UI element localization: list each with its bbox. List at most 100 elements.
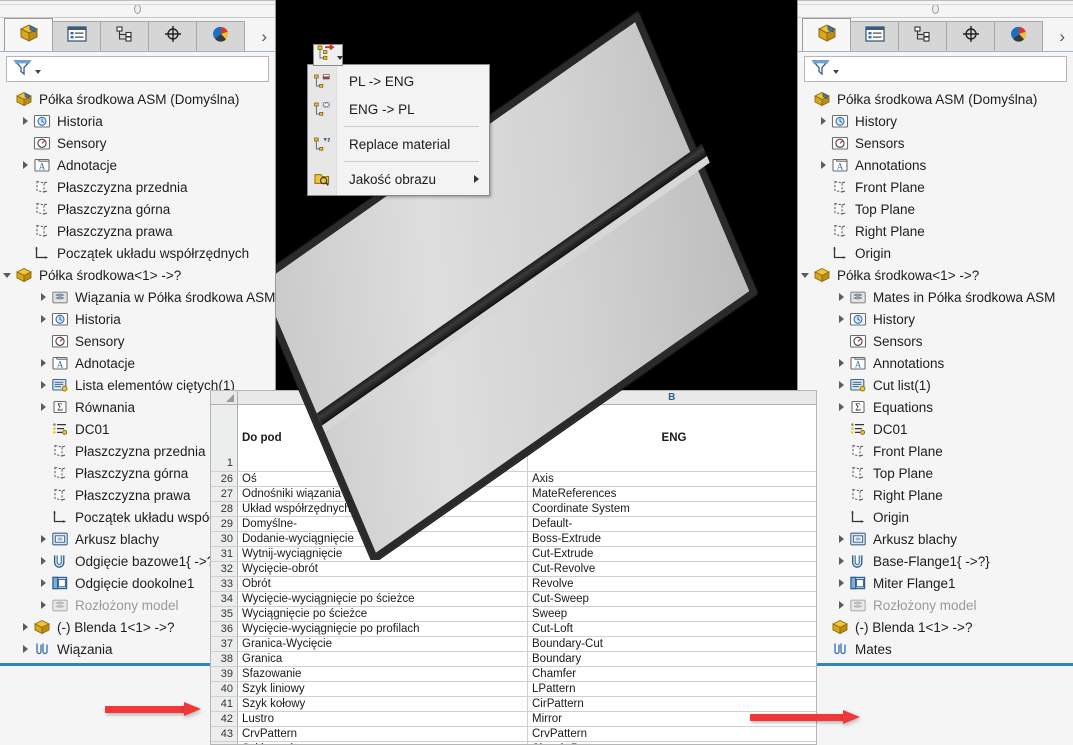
row-number[interactable]: 37 [211, 637, 238, 651]
tab-configuration-manager-left[interactable] [100, 21, 149, 51]
tree-node-right-21[interactable]: Miter Flange1 [798, 572, 1073, 594]
tab-feature-manager-left[interactable] [4, 18, 53, 51]
translation-spreadsheet[interactable]: B 1 Do pod ENG 26 Oś Axis 27 Odnośniki wiąza… [210, 390, 817, 745]
cell-english-term[interactable]: CirPattern [528, 697, 816, 711]
tree-node-right-10[interactable]: Sensors [798, 330, 1073, 352]
translate-toolbar-button[interactable] [313, 43, 343, 66]
tree-node-right-7[interactable]: Półka środkowa<1> ->? [798, 264, 1073, 286]
spreadsheet-row[interactable]: 36 Wycięcie-wyciągnięcie po profilach Cut-… [211, 622, 816, 637]
expander-expand-icon[interactable] [36, 381, 50, 389]
tree-node-right-2[interactable]: A Annotations [798, 154, 1073, 176]
expander-expand-icon[interactable] [834, 381, 848, 389]
spreadsheet-row[interactable]: 30 Dodanie-wyciągnięcie Boss-Extrude [211, 532, 816, 547]
expander-expand-icon[interactable] [834, 315, 848, 323]
cell-english-term[interactable]: Boundary [528, 652, 816, 666]
tree-node-left-1[interactable]: Sensory [0, 132, 275, 154]
tree-node-left-8[interactable]: Wiązania w Półka środkowa ASM [0, 286, 275, 308]
row-number[interactable]: 42 [211, 712, 238, 726]
row-number[interactable]: 29 [211, 517, 238, 531]
spreadsheet-row[interactable]: 35 Wyciągnięcie po ścieżce Sweep [211, 607, 816, 622]
spreadsheet-row[interactable]: 39 Sfazowanie Chamfer [211, 667, 816, 682]
spreadsheet-header-row[interactable]: 1 Do pod ENG [211, 405, 816, 472]
tab-display-manager-right[interactable] [994, 21, 1043, 51]
row-number[interactable]: 30 [211, 532, 238, 546]
cell-english-term[interactable]: LPattern [528, 682, 816, 696]
cell-polish-term[interactable]: Szyk liniowy [238, 682, 528, 696]
spreadsheet-row[interactable]: 32 Wycięcie-obrót Cut-Revolve [211, 562, 816, 577]
expander-expand-icon[interactable] [816, 117, 830, 125]
spreadsheet-row[interactable]: 40 Szyk liniowy LPattern [211, 682, 816, 697]
row-number[interactable]: 41 [211, 697, 238, 711]
tree-node-left-10[interactable]: Sensory [0, 330, 275, 352]
tree-node-left-6[interactable]: Początek układu współrzędnych [0, 242, 275, 264]
tab-property-manager-left[interactable] [52, 21, 101, 51]
cell-english-term[interactable]: Boss-Extrude [528, 532, 816, 546]
expander-expand-icon[interactable] [18, 117, 32, 125]
tree-node-right-11[interactable]: A Annotations [798, 352, 1073, 374]
tree-node-right-19[interactable]: Arkusz blachy [798, 528, 1073, 550]
context-menu-item-3[interactable]: Jakość obrazu [308, 165, 489, 193]
tree-node-right-12[interactable]: Cut list(1) [798, 374, 1073, 396]
spreadsheet-row[interactable]: 26 Oś Axis [211, 472, 816, 487]
tree-node-right-3[interactable]: Front Plane [798, 176, 1073, 198]
tree-root-left[interactable]: Półka środkowa ASM (Domyślna) [0, 88, 275, 110]
spreadsheet-row[interactable]: 38 Granica Boundary [211, 652, 816, 667]
tab-overflow-chevron-icon[interactable]: › [261, 28, 267, 45]
cell-polish-term[interactable]: Wycięcie-wyciągnięcie po profilach [238, 622, 528, 636]
cell-polish-term[interactable]: Szyk kołowy [238, 697, 528, 711]
row-number[interactable]: 35 [211, 607, 238, 621]
spreadsheet-row[interactable]: 31 Wytnij-wyciągnięcie Cut-Extrude [211, 547, 816, 562]
expander-collapse-icon[interactable] [0, 272, 14, 278]
expander-expand-icon[interactable] [834, 601, 848, 609]
row-number[interactable]: 33 [211, 577, 238, 591]
row-number[interactable]: 40 [211, 682, 238, 696]
cell-polish-term[interactable]: Układ współrzędnych [238, 502, 528, 516]
tree-node-right-20[interactable]: Base-Flange1{ ->?} [798, 550, 1073, 572]
tree-node-right-9[interactable]: History [798, 308, 1073, 330]
tree-node-right-22[interactable]: Rozłożony model [798, 594, 1073, 616]
cell-polish-term[interactable]: Odnośniki wiązania [238, 487, 528, 501]
left-filter-bar[interactable] [6, 56, 269, 82]
expander-expand-icon[interactable] [834, 579, 848, 587]
cell-english-term[interactable]: Cut-Revolve [528, 562, 816, 576]
row-number[interactable]: 26 [211, 472, 238, 486]
expander-expand-icon[interactable] [36, 359, 50, 367]
row-number[interactable]: 1 [211, 405, 238, 471]
row-number[interactable]: 31 [211, 547, 238, 561]
cell-english-term[interactable]: CrvPattern [528, 727, 816, 741]
tree-node-right-17[interactable]: Right Plane [798, 484, 1073, 506]
cell-english-term[interactable]: Coordinate System [528, 502, 816, 516]
expander-expand-icon[interactable] [36, 293, 50, 301]
cell-english-term[interactable]: Cut-Extrude [528, 547, 816, 561]
cell-polish-term[interactable]: CrvPattern [238, 727, 528, 741]
tab-overflow-chevron-icon[interactable]: › [1059, 28, 1065, 45]
cell-english-term[interactable]: Sweep [528, 607, 816, 621]
tree-node-right-1[interactable]: Sensors [798, 132, 1073, 154]
expander-expand-icon[interactable] [18, 161, 32, 169]
tree-node-right-5[interactable]: Right Plane [798, 220, 1073, 242]
tree-node-right-4[interactable]: Top Plane [798, 198, 1073, 220]
cell-english-term[interactable]: Chamfer [528, 667, 816, 681]
spreadsheet-row[interactable]: 29 Domyślne- Default- [211, 517, 816, 532]
tree-node-right-8[interactable]: Mates in Półka środkowa ASM [798, 286, 1073, 308]
row-number[interactable]: 27 [211, 487, 238, 501]
cell-polish-term[interactable]: Granica [238, 652, 528, 666]
header-cell-eng[interactable]: ENG [528, 405, 816, 471]
header-cell-pl[interactable]: Do pod [238, 405, 528, 471]
cell-english-term[interactable]: Cut-Sweep [528, 592, 816, 606]
row-number[interactable]: 43 [211, 727, 238, 741]
expander-expand-icon[interactable] [18, 623, 32, 631]
tree-node-right-16[interactable]: Top Plane [798, 462, 1073, 484]
tab-display-manager-left[interactable] [196, 21, 245, 51]
cell-polish-term[interactable]: Wytnij-wyciągnięcie [238, 547, 528, 561]
tree-node-right-24[interactable]: Mates [798, 638, 1073, 660]
expander-expand-icon[interactable] [834, 359, 848, 367]
expander-expand-icon[interactable] [834, 403, 848, 411]
spreadsheet-row[interactable]: 42 Lustro Mirror [211, 712, 816, 727]
expander-expand-icon[interactable] [834, 535, 848, 543]
tree-node-right-6[interactable]: Origin [798, 242, 1073, 264]
expander-expand-icon[interactable] [834, 557, 848, 565]
cell-english-term[interactable]: Axis [528, 472, 816, 486]
spreadsheet-row[interactable]: 43 CrvPattern CrvPattern [211, 727, 816, 742]
context-menu-item-2[interactable]: Replace material [308, 130, 489, 158]
